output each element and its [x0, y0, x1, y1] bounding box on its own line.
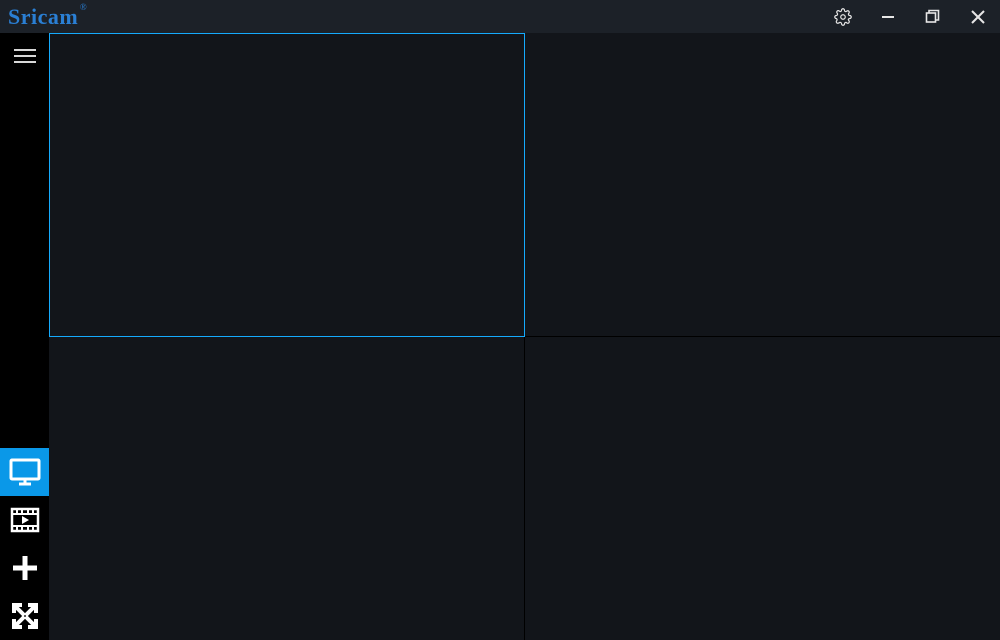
minimize-icon: [881, 10, 895, 24]
window-controls: [820, 0, 1000, 33]
maximize-icon: [925, 9, 940, 24]
sidebar: [0, 33, 49, 640]
main-area: [0, 33, 1000, 640]
hamburger-icon: [14, 48, 36, 64]
gear-icon: [834, 8, 852, 26]
close-icon: [971, 10, 985, 24]
playback-button[interactable]: [0, 496, 49, 544]
fullscreen-icon: [10, 601, 40, 631]
video-cell-3[interactable]: [49, 337, 525, 640]
settings-button[interactable]: [820, 0, 865, 33]
video-cell-1[interactable]: [49, 33, 525, 337]
live-view-button[interactable]: [0, 448, 49, 496]
hamburger-button[interactable]: [0, 33, 49, 79]
monitor-icon: [9, 457, 41, 487]
video-cell-2[interactable]: [525, 33, 1000, 337]
fullscreen-button[interactable]: [0, 592, 49, 640]
titlebar: Sricam®: [0, 0, 1000, 33]
plus-icon: [10, 553, 40, 583]
close-button[interactable]: [955, 0, 1000, 33]
video-grid: [49, 33, 1000, 640]
brand-text: Sricam: [8, 4, 78, 29]
maximize-button[interactable]: [910, 0, 955, 33]
minimize-button[interactable]: [865, 0, 910, 33]
app-logo: Sricam®: [8, 4, 78, 30]
film-play-icon: [10, 505, 40, 535]
add-device-button[interactable]: [0, 544, 49, 592]
brand-registered: ®: [80, 2, 87, 12]
video-cell-4[interactable]: [525, 337, 1000, 640]
